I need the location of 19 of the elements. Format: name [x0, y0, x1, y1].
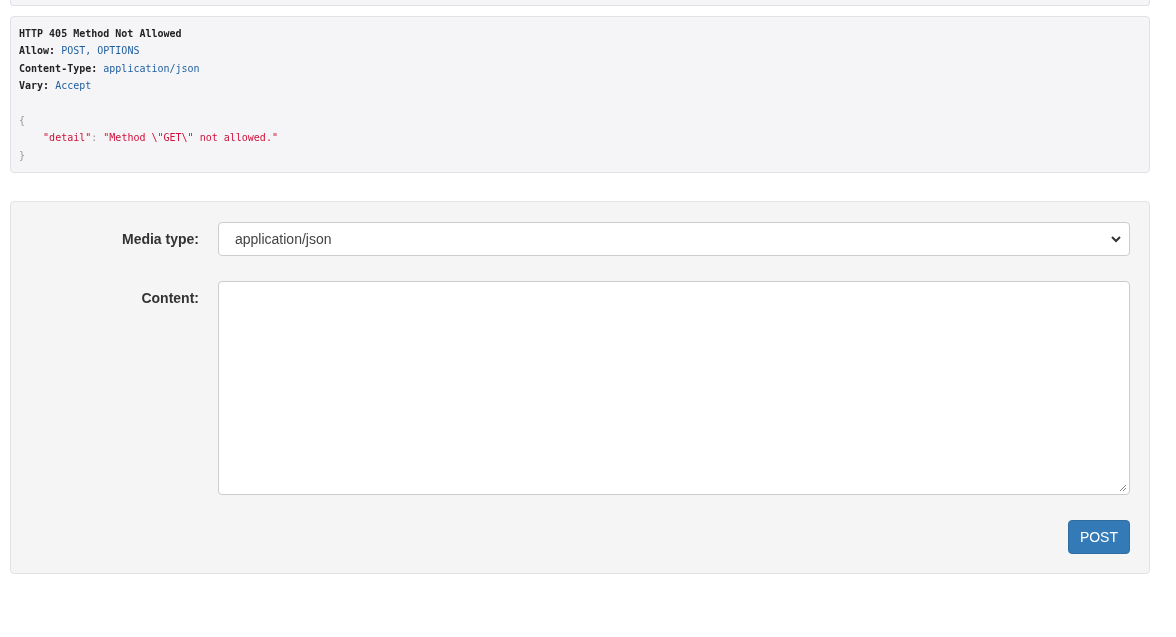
brace: }: [19, 149, 26, 161]
chevron-down-icon: [1111, 235, 1121, 243]
header-name: Vary:: [19, 80, 50, 92]
header-value: Accept: [55, 80, 92, 92]
field-label: Content:: [140, 289, 199, 307]
json-key: "detail": [43, 132, 92, 144]
resize-grip-icon: [1119, 484, 1127, 493]
post-button[interactable]: POST: [1067, 520, 1130, 555]
header-name: Allow:: [19, 45, 56, 57]
field-label: Media type:: [121, 230, 199, 248]
media-type-select[interactable]: application/json: [218, 222, 1130, 257]
content-textarea[interactable]: [218, 281, 1130, 496]
header-value: POST, OPTIONS: [61, 45, 140, 57]
header-value: application/json: [103, 62, 200, 74]
brace: {: [19, 114, 26, 126]
status-line: HTTP 405 Method Not Allowed: [19, 27, 183, 41]
colon: :: [91, 132, 98, 144]
header-name: Content-Type:: [19, 62, 98, 74]
json-value: "Method \"GET\" not allowed.": [103, 132, 278, 144]
